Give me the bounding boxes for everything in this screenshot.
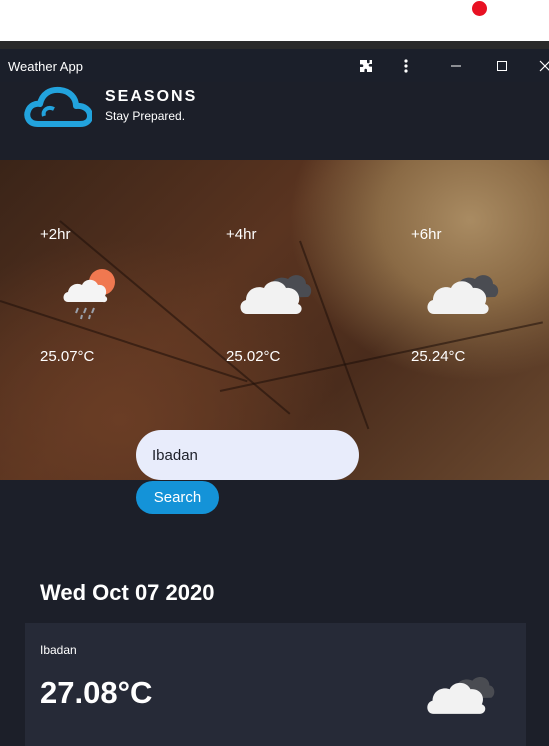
more-vert-icon[interactable] — [396, 56, 416, 76]
window-title: Weather App — [8, 59, 83, 74]
extension-puzzle-icon[interactable] — [356, 56, 376, 76]
brand-tagline: Stay Prepared. — [105, 109, 186, 123]
window-titlebar: Weather App — [0, 49, 549, 82]
rain-sun-icon — [60, 266, 120, 326]
current-city: Ibadan — [40, 643, 77, 657]
minimize-icon[interactable] — [446, 56, 466, 76]
forecast-time: +6hr — [411, 226, 442, 243]
brand-name: SEASONS — [105, 88, 198, 105]
forecast-temp: 25.07°C — [40, 348, 95, 365]
desktop-strip — [0, 0, 549, 41]
cloud-icon — [425, 266, 501, 323]
forecast-time: +4hr — [226, 226, 257, 243]
app-header: SEASONS Stay Prepared. — [0, 82, 549, 160]
maximize-icon[interactable] — [492, 56, 512, 76]
window-edge — [0, 41, 549, 49]
cloud-icon — [425, 668, 497, 723]
current-date: Wed Oct 07 2020 — [40, 580, 215, 605]
forecast-temp: 25.02°C — [226, 348, 281, 365]
city-search-input[interactable] — [136, 430, 359, 480]
notification-dot — [472, 1, 487, 16]
search-button[interactable]: Search — [136, 481, 219, 514]
leaf-vein — [0, 300, 248, 383]
cloud-logo-icon — [24, 86, 93, 133]
close-icon[interactable] — [535, 56, 549, 76]
current-weather-card: Ibadan 27.08°C — [25, 623, 526, 746]
forecast-time: +2hr — [40, 226, 71, 243]
cloud-icon — [238, 266, 314, 323]
forecast-temp: 25.24°C — [411, 348, 466, 365]
current-temp: 27.08°C — [40, 675, 153, 710]
